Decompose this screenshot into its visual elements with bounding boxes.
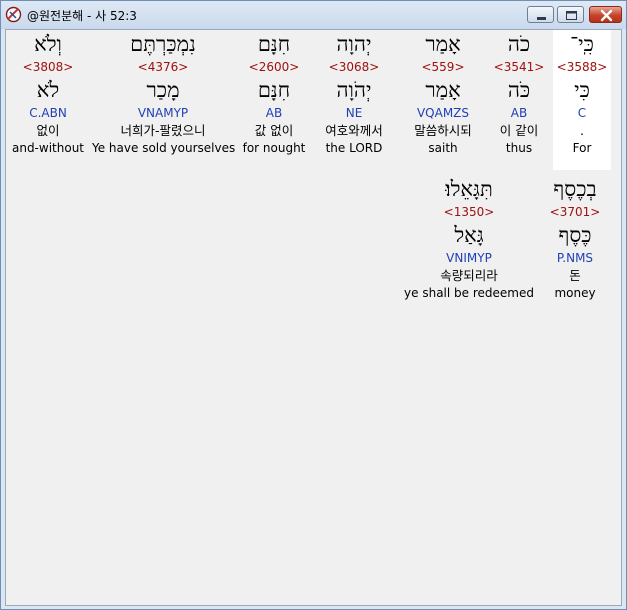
word-column[interactable]: יְהוָה <3068> יְהֹוָה NE 여호와께서 the LORD [312,30,396,157]
korean-gloss: 돈 [569,268,581,283]
korean-gloss: 너희가-팔렸으니 [120,123,206,138]
korean-gloss: 여호와께서 [325,123,383,138]
close-icon [600,9,613,22]
strong-number[interactable]: <559> [402,59,484,76]
morph-code[interactable]: VQAMZS [402,105,484,122]
maximize-button[interactable] [557,6,584,23]
analysis-pane[interactable]: כִּֽי־ <3588> כִּי C . For כֹה <3541> כֹ… [5,29,622,606]
morph-code[interactable]: AB [240,105,308,122]
english-gloss: saith [428,141,458,155]
korean-gloss: 없이 [36,123,60,138]
lemma-word: חִנָּם [257,78,291,102]
title-bar[interactable]: @원전분해 - 사 52:3 [1,1,626,29]
hebrew-word: נִמְכַּרְתֶּם [130,32,196,56]
strong-number[interactable]: <4376> [92,59,234,76]
english-gloss: the LORD [325,141,383,155]
morph-code[interactable]: C [553,105,611,122]
strong-number[interactable]: <3541> [491,59,547,76]
lemma-word: מָכַר [146,78,180,102]
lemma-word: כִּי [574,78,590,102]
window-title: @원전분해 - 사 52:3 [27,9,137,23]
lemma-word: אָמַר [425,78,461,102]
word-column[interactable]: כִּֽי־ <3588> כִּי C . For [553,30,611,170]
lemma-word: יְהֹוָה [336,78,372,102]
english-gloss: for nought [242,141,306,155]
morph-code[interactable]: AB [491,105,547,122]
lemma-word: כֶּסֶף [558,223,592,247]
korean-gloss: 이 같이 [499,123,539,138]
hebrew-word: תִּגָּאֵלוּ׃ [445,177,493,201]
morph-code[interactable]: NE [312,105,396,122]
minimize-button[interactable] [527,6,554,23]
app-window: @원전분해 - 사 52:3 כִּֽי־ <3588> כִּי C . Fo… [0,0,627,610]
word-column[interactable]: וְלֹא <3808> לֹא C.ABN 없이 and-without [10,30,86,157]
morph-code[interactable]: C.ABN [10,105,86,122]
morph-code[interactable]: VNAMYP [92,105,234,122]
korean-gloss: 속량되리라 [440,268,498,283]
strong-number[interactable]: <3588> [553,59,611,76]
lemma-word: כֹּה [507,78,531,102]
hebrew-word: וְלֹא [34,32,62,56]
english-gloss: For [572,141,592,155]
hebrew-word: חִנָּם [257,32,291,56]
word-column[interactable]: נִמְכַּרְתֶּם <4376> מָכַר VNAMYP 너희가-팔렸… [92,30,236,157]
korean-gloss: 값 없이 [254,123,294,138]
strong-number[interactable]: <3068> [312,59,396,76]
hebrew-word: כִּֽי־ [570,32,594,56]
word-column[interactable]: כֹה <3541> כֹּה AB 이 같이 thus [491,30,547,157]
korean-gloss: . [580,123,584,138]
strong-number[interactable]: <3701> [543,204,607,221]
close-button[interactable] [589,6,622,23]
english-gloss: ye shall be redeemed [404,286,534,300]
lemma-word: גָּאַל [454,223,484,247]
hebrew-word: כֹה [507,32,531,56]
maximize-icon [566,11,577,20]
lemma-word: לֹא [36,78,60,102]
morph-code[interactable]: P.NMS [543,250,607,267]
minimize-icon [537,17,546,20]
strong-number[interactable]: <1350> [403,204,535,221]
app-logo-icon [5,6,22,23]
english-gloss: thus [505,141,533,155]
hebrew-word: בְכֶסֶף [553,177,597,201]
english-gloss: money [554,286,596,300]
word-column[interactable]: בְכֶסֶף <3701> כֶּסֶף P.NMS 돈 money [543,175,607,302]
word-column[interactable]: תִּגָּאֵלוּ׃ <1350> גָּאַל VNIMYP 속량되리라 … [403,175,535,302]
hebrew-word: יְהוָה [336,32,372,56]
korean-gloss: 말씀하시되 [414,123,472,138]
english-gloss: Ye have sold yourselves [92,141,236,155]
strong-number[interactable]: <3808> [10,59,86,76]
word-column[interactable]: אָמַר <559> אָמַר VQAMZS 말씀하시되 saith [402,30,484,157]
strong-number[interactable]: <2600> [240,59,308,76]
word-column[interactable]: חִנָּם <2600> חִנָּם AB 값 없이 for nought [240,30,308,157]
hebrew-word: אָמַר [425,32,461,56]
english-gloss: and-without [11,141,85,155]
morph-code[interactable]: VNIMYP [403,250,535,267]
